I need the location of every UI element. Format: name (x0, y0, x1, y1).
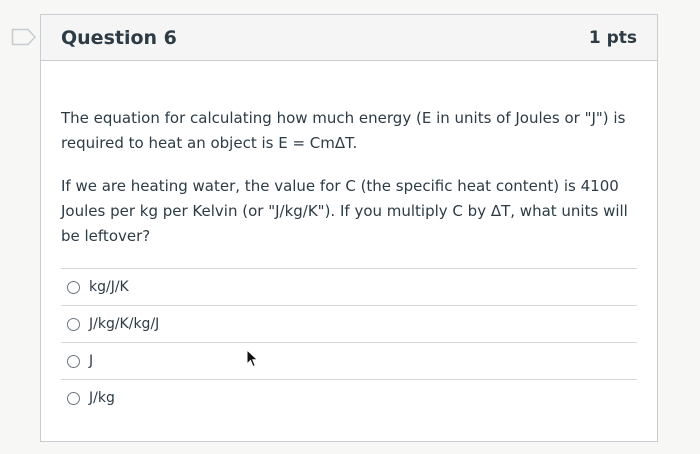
radio-button[interactable] (67, 391, 80, 405)
radio-button[interactable] (67, 317, 80, 331)
radio-button[interactable] (67, 280, 80, 294)
answer-option[interactable]: J/kg/K/kg/J (61, 306, 637, 343)
question-body: The equation for calculating how much en… (41, 61, 657, 416)
answer-option[interactable]: J (61, 343, 637, 380)
question-header: Question 6 1 pts (41, 15, 657, 61)
question-paragraph: If we are heating water, the value for C… (61, 177, 628, 245)
answer-list: kg/J/K J/kg/K/kg/J J J/kg (61, 268, 637, 416)
question-points: 1 pts (588, 27, 637, 48)
question-card: Question 6 1 pts The equation for calcul… (40, 14, 658, 442)
answer-label[interactable]: kg/J/K (89, 279, 129, 295)
answer-option[interactable]: kg/J/K (61, 269, 637, 306)
answer-label[interactable]: J/kg (89, 390, 115, 406)
answer-option[interactable]: J/kg (61, 380, 637, 416)
question-text: The equation for calculating how much en… (61, 106, 637, 249)
answer-label[interactable]: J (89, 353, 93, 369)
answer-label[interactable]: J/kg/K/kg/J (89, 316, 159, 332)
flag-question-icon[interactable] (11, 28, 37, 46)
question-paragraph: The equation for calculating how much en… (61, 109, 626, 152)
mouse-pointer-icon (246, 349, 259, 368)
radio-button[interactable] (67, 354, 80, 368)
question-title: Question 6 (61, 26, 177, 49)
